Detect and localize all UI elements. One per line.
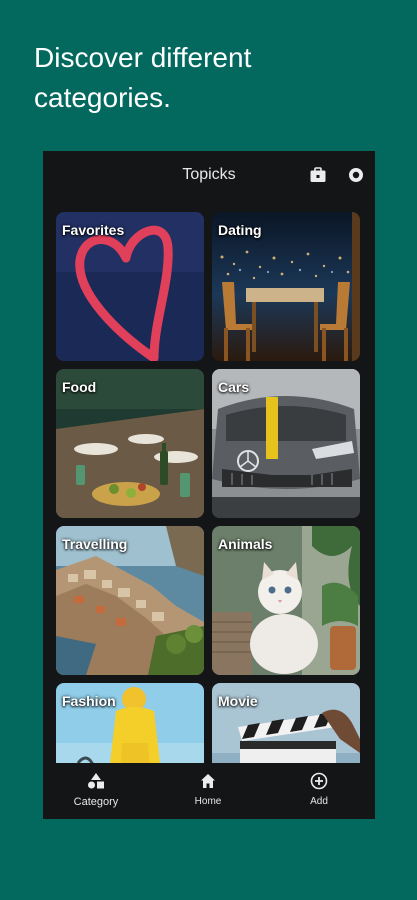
category-tile-favorites[interactable]: Favorites [56, 212, 204, 361]
nav-add[interactable]: Add [279, 771, 359, 815]
category-label: Travelling [62, 536, 128, 552]
category-label: Fashion [62, 693, 116, 709]
nav-home-label: Home [194, 796, 222, 807]
bottom-navigation: Category Home Add [43, 763, 375, 819]
category-label: Dating [218, 222, 262, 238]
category-tile-dating[interactable]: Dating [212, 212, 360, 361]
nav-category[interactable]: Category [56, 771, 136, 815]
nav-add-label: Add [310, 796, 328, 807]
add-circle-icon [309, 771, 329, 791]
category-tile-travelling[interactable]: Travelling [56, 526, 204, 675]
category-tile-food[interactable]: Food [56, 369, 204, 518]
category-label: Cars [218, 379, 250, 395]
category-grid: Favorites Dating Food Cars Travelling An… [43, 151, 375, 819]
category-icon [86, 771, 106, 791]
headline: Discover different categories. [34, 42, 252, 113]
phone-screen: Topicks Favorites Dating Food Cars Trave… [43, 151, 375, 819]
nav-category-label: Category [73, 796, 119, 808]
nav-home[interactable]: Home [168, 771, 248, 815]
category-label: Favorites [62, 222, 125, 238]
category-tile-animals[interactable]: Animals [212, 526, 360, 675]
category-label: Animals [218, 536, 273, 552]
category-label: Movie [218, 693, 258, 709]
category-tile-cars[interactable]: Cars [212, 369, 360, 518]
home-icon [198, 771, 218, 791]
category-label: Food [62, 379, 97, 395]
